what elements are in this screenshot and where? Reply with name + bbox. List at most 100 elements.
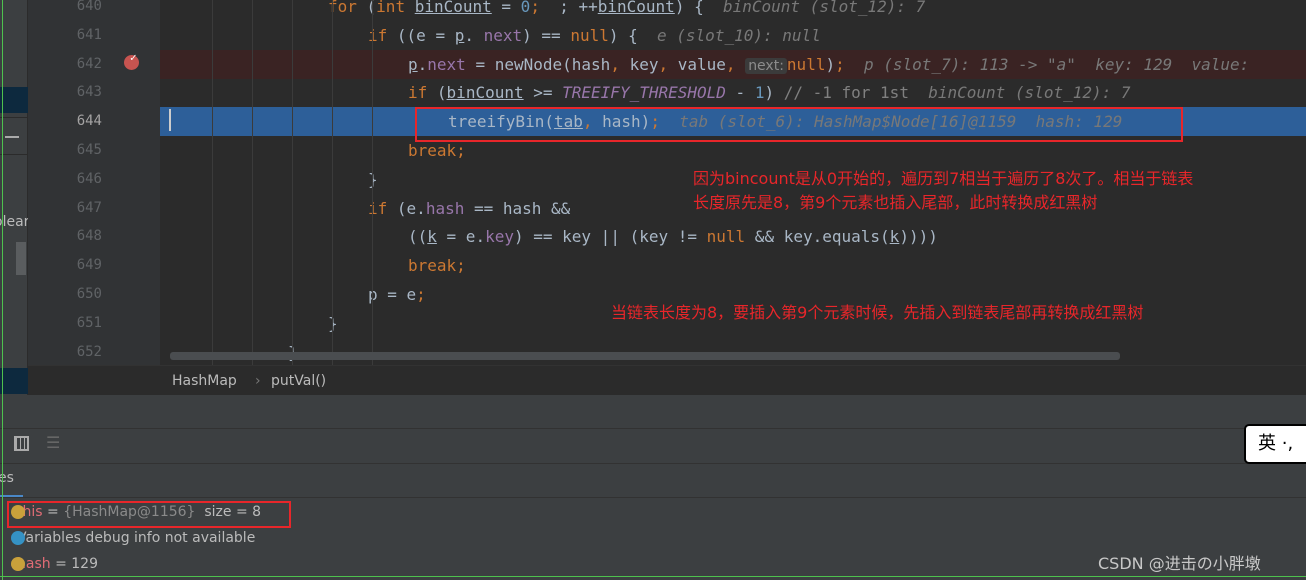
code-token: ,: [725, 54, 746, 74]
code-token: value: [677, 54, 726, 74]
code-token: ;: [530, 0, 550, 16]
code-token: int: [376, 0, 415, 16]
code-token: -: [725, 83, 755, 103]
left-scrollbar[interactable]: [16, 242, 26, 275]
code-token: =: [491, 0, 521, 16]
code-token: ;: [835, 54, 864, 74]
annotation-line: 长度原先是8，第9个元素也插入尾部，此时转换成红黑树: [693, 193, 1098, 212]
code-token: TREEIFY_THRESHOLD: [562, 83, 726, 103]
code-token: )))): [899, 227, 938, 247]
line-number: 647: [76, 199, 102, 216]
code-token: ;: [416, 285, 426, 304]
code-token: ; ++: [549, 0, 598, 16]
code-token: ): [825, 54, 836, 74]
highlight-box-treeify: [415, 107, 1183, 142]
line-number: 645: [76, 142, 102, 158]
horizontal-scrollbar[interactable]: [170, 352, 1120, 360]
code-token: null: [706, 227, 746, 247]
code-token: k: [427, 227, 437, 247]
left-tool-strip: olear: [0, 0, 29, 395]
code-token: ((: [408, 227, 428, 247]
code-token: .: [464, 25, 484, 45]
code-token: hash: [425, 198, 465, 218]
breadcrumb: HashMap › putVal(): [28, 365, 1306, 395]
code-token: && key.equals(: [745, 227, 890, 247]
annotation-note-2: 当链表长度为8，要插入第9个元素时候，先插入到链表尾部再转换成红黑树: [611, 303, 1144, 322]
table-view-icon[interactable]: [14, 436, 29, 451]
code-token: if: [408, 83, 437, 103]
caret: [169, 109, 171, 131]
code-token: break: [408, 141, 457, 160]
code-token: ((e =: [396, 25, 455, 45]
annotation-line: 因为bincount是从0开始的，遍历到7相当于遍历了8次了。相当于链表: [693, 169, 1194, 188]
editor-gutter: 640 641 642 643 644 645 646 647 648 649 650 651 652 …: [28, 0, 192, 365]
breakpoint-icon[interactable]: ✓: [124, 51, 139, 70]
line-number: 640: [76, 0, 102, 14]
line-number: 643: [76, 84, 102, 101]
layout-icon[interactable]: ☰: [46, 433, 60, 452]
variable-extra: 129: [71, 556, 98, 572]
code-token: ,: [658, 54, 678, 74]
selected-row: [0, 368, 28, 394]
code-token: = e.: [436, 227, 486, 247]
line-number: 651: [76, 314, 102, 331]
code-token: p: [408, 54, 418, 74]
code-token: ) ==: [522, 25, 571, 45]
code-token: == hash &&: [464, 198, 571, 218]
code-token: p: [454, 25, 465, 45]
code-token: = newNode(hash: [465, 54, 611, 74]
info-icon: [11, 531, 25, 545]
line-number: 649: [76, 257, 102, 274]
inline-debug-value: p (slot_7): 113 -> "a" key: 129 value:: [864, 54, 1250, 74]
code-token: (: [436, 83, 447, 103]
code-token: .: [417, 54, 428, 74]
ime-indicator: 英 ·,: [1244, 424, 1306, 464]
line-number: 641: [76, 26, 102, 43]
inline-debug-value: binCount (slot_12): 7: [722, 0, 926, 16]
breadcrumb-method[interactable]: putVal(): [271, 366, 326, 396]
line-number: 648: [76, 228, 102, 245]
inline-debug-value: e (slot_10): null: [657, 25, 821, 45]
code-token: ;: [456, 141, 466, 160]
minimize-icon[interactable]: [5, 136, 19, 138]
code-token: ) {: [674, 0, 723, 16]
selected-row: [0, 87, 28, 113]
inline-debug-value: binCount (slot_12): 7: [928, 83, 1131, 103]
variable-row[interactable]: hash = 129: [11, 553, 98, 575]
code-token: binCount: [446, 83, 524, 103]
line-number: 650: [76, 286, 102, 302]
code-token: key: [485, 227, 514, 247]
line-number: 652: [76, 343, 102, 360]
code-token: ,: [610, 54, 630, 74]
highlight-box-this: [7, 501, 291, 528]
variable-eq: =: [50, 556, 72, 572]
code-token: p = e: [368, 285, 417, 304]
watermark: CSDN @进击の小胖墩: [1098, 554, 1261, 573]
code-token: // -1 for 1st: [783, 83, 929, 103]
breadcrumb-separator: ›: [255, 373, 261, 389]
line-number: 642: [76, 55, 102, 72]
code-token: (e.: [396, 198, 426, 218]
breadcrumb-class[interactable]: HashMap: [172, 366, 237, 396]
code-token: ;: [456, 256, 466, 276]
code-token: binCount: [414, 0, 492, 16]
code-token: next: [483, 25, 523, 45]
line-number: 646: [76, 170, 102, 187]
parameter-icon: [11, 557, 25, 571]
annotation-note-1: 因为bincount是从0开始的，遍历到7相当于遍历了8次了。相当于链表 长度原…: [693, 167, 1193, 215]
code-token: ) == key || (key !=: [513, 227, 707, 247]
code-token: next: [427, 54, 466, 74]
variable-extra: Variables debug info not available: [17, 530, 256, 546]
line-number: 644: [76, 113, 102, 130]
code-token: k: [889, 227, 900, 247]
code-token: key: [629, 54, 659, 74]
code-token: for: [328, 0, 367, 16]
code-token: null: [570, 25, 609, 45]
variable-row[interactable]: Variables debug info not available: [11, 527, 256, 549]
code-token: 0: [520, 0, 531, 16]
code-token: ) {: [608, 25, 658, 45]
code-token: >=: [523, 83, 563, 103]
code-token: null: [786, 54, 826, 74]
parameter-hint: next:: [745, 57, 787, 74]
code-token: ): [764, 83, 784, 103]
